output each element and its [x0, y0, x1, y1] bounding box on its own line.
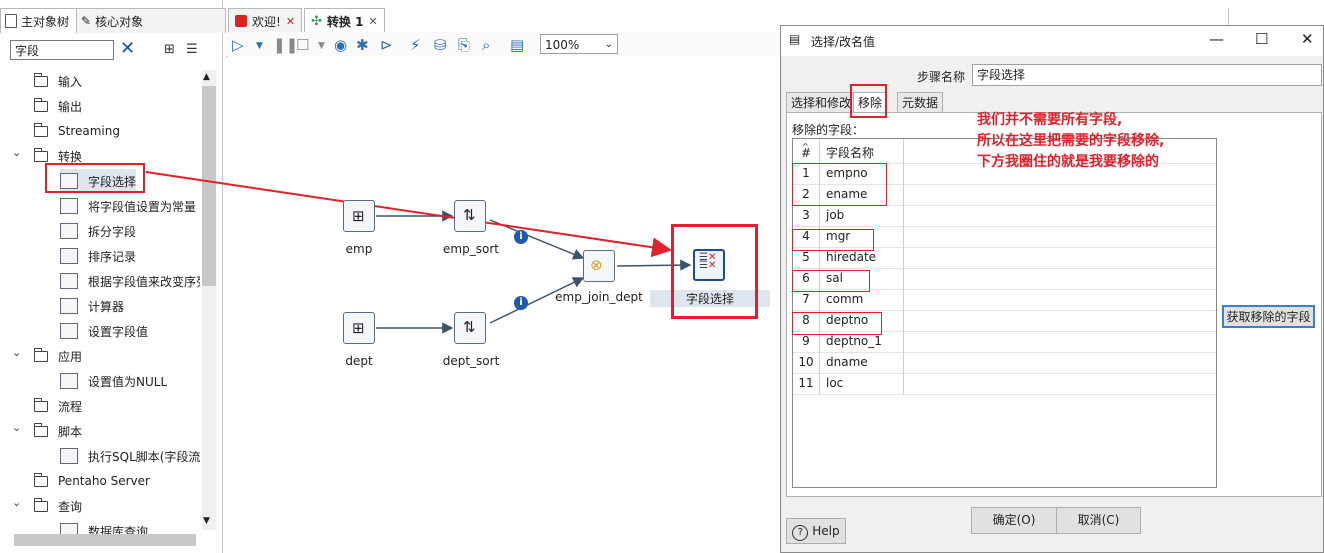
get-fields-to-remove-button[interactable]: 获取移除的字段: [1222, 305, 1315, 328]
dialog-app-icon: ▤: [789, 32, 801, 46]
minimize-button[interactable]: —: [1209, 30, 1224, 48]
step-name-input[interactable]: 字段选择: [972, 64, 1322, 86]
grid-column-separator: [903, 268, 904, 289]
highlight-row-mgr: [792, 229, 874, 251]
info-icon[interactable]: i: [514, 296, 528, 310]
help-label: Help: [812, 524, 840, 538]
highlight-row-sal: [792, 270, 870, 292]
node-emp-table-input[interactable]: ⊞: [343, 200, 375, 232]
tab-select-and-alter[interactable]: 选择和修改: [786, 92, 857, 113]
tab-metadata[interactable]: 元数据: [897, 92, 944, 113]
row-number: 3: [793, 205, 820, 226]
merge-join-icon: ⊗: [590, 256, 603, 274]
dialog-title: 选择/改名值: [811, 35, 876, 49]
node-emp-sort[interactable]: ⇅: [454, 200, 486, 232]
row-number: 11: [793, 373, 820, 394]
grid-column-separator: [903, 205, 904, 226]
sort-indicator-icon: ^: [802, 142, 809, 151]
grid-column-separator: [903, 373, 904, 394]
step-name-label: 步骤名称: [917, 70, 966, 84]
grid-column-separator: [903, 139, 904, 163]
close-button[interactable]: ✕: [1301, 30, 1314, 48]
help-icon: ?: [792, 525, 809, 541]
info-icon[interactable]: i: [514, 230, 528, 244]
row-number: 10: [793, 352, 820, 373]
highlight-select-step: [671, 224, 758, 319]
help-button[interactable]: ? Help: [786, 518, 846, 544]
node-dept-sort[interactable]: ⇅: [454, 312, 486, 344]
highlight-row-deptno: [792, 312, 882, 335]
table-row[interactable]: 3 job: [793, 205, 1216, 227]
annotation-line-1: 我们并不需要所有字段,: [977, 112, 1123, 128]
node-emp-label: emp: [345, 242, 373, 256]
grid-column-separator: [903, 352, 904, 373]
grid-column-separator: [903, 289, 904, 310]
node-dept-sort-label: dept_sort: [442, 354, 500, 368]
annotation-arrow-tree-to-step: [145, 171, 672, 258]
field-name-cell[interactable]: comm: [826, 289, 863, 310]
grid-column-separator: [903, 310, 904, 331]
annotation-line-3: 下方我圈住的就是我要移除的: [977, 154, 1159, 170]
node-emp-join-dept-label: emp_join_dept: [555, 290, 643, 304]
table-row[interactable]: 10 dname: [793, 352, 1216, 374]
cancel-button[interactable]: 取消(C): [1056, 507, 1141, 534]
grid-column-separator: [903, 331, 904, 352]
node-dept-label: dept: [345, 354, 373, 368]
node-dept-table-input[interactable]: ⊞: [343, 312, 375, 344]
table-row[interactable]: 11 loc: [793, 373, 1216, 395]
field-name-cell[interactable]: job: [826, 205, 844, 226]
sort-icon: ⇅: [463, 318, 476, 336]
row-number: 7: [793, 289, 820, 310]
grid-column-separator: [903, 226, 904, 247]
grid-column-separator: [903, 163, 904, 184]
maximize-button[interactable]: ☐: [1255, 30, 1268, 48]
field-name-cell[interactable]: dname: [826, 352, 868, 373]
field-name-cell[interactable]: loc: [826, 373, 843, 394]
sort-icon: ⇅: [463, 206, 476, 224]
table-input-icon: ⊞: [352, 319, 365, 337]
highlight-remove-tab: [850, 84, 887, 118]
table-input-icon: ⊞: [352, 207, 365, 225]
grid-column-separator: [903, 184, 904, 205]
highlight-tree-step: [45, 163, 145, 193]
annotation-line-2: 所以在这里把需要的字段移除,: [977, 133, 1165, 149]
table-row[interactable]: 7 comm: [793, 289, 1216, 311]
node-emp-join-dept[interactable]: ⊗: [583, 250, 615, 282]
node-emp-sort-label: emp_sort: [443, 242, 499, 256]
grid-column-separator: [903, 247, 904, 268]
ok-button[interactable]: 确定(O): [971, 507, 1057, 534]
highlight-rows-empno-ename: [792, 163, 887, 206]
